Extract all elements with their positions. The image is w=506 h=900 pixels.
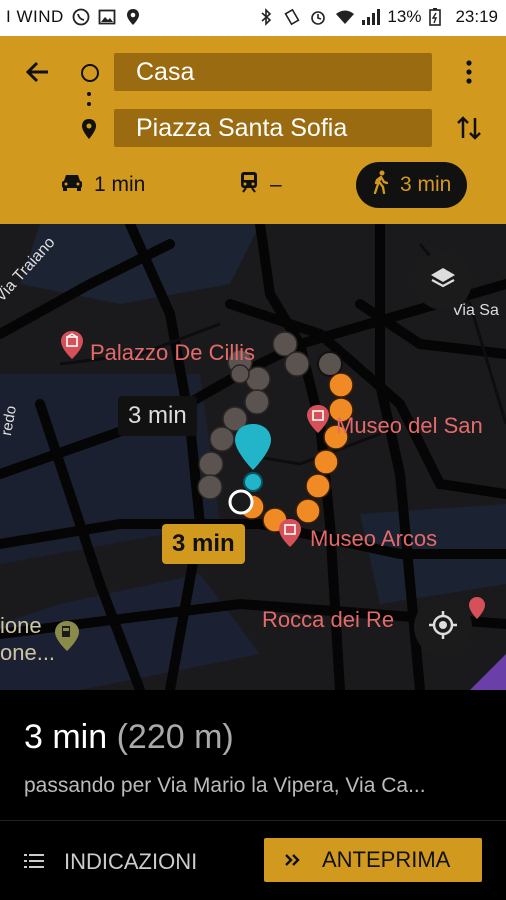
route-time-bubble[interactable]: 3 min <box>162 524 245 564</box>
partial-poi-label[interactable]: ione one... <box>0 612 55 666</box>
travel-modes: 1 min – 3 min <box>0 162 506 210</box>
clock: 23:19 <box>455 7 498 26</box>
train-icon <box>238 171 260 199</box>
directions-header: Casa Piazza Santa Sofia 1 min – 3 min <box>0 36 506 224</box>
route-distance: (220 m) <box>116 718 234 756</box>
map-view[interactable]: Palazzo De Cillis Museo del San Museo Ar… <box>0 224 506 690</box>
origin-field[interactable]: Casa <box>114 53 432 91</box>
drive-time: 1 min <box>94 173 146 196</box>
signal-icon <box>361 8 381 26</box>
battery-charging-icon <box>429 8 447 26</box>
bluetooth-icon <box>257 8 275 26</box>
poi-label[interactable]: Museo Arcos <box>310 526 437 552</box>
directions-button[interactable]: INDICAZIONI <box>24 840 197 884</box>
destination-pin-icon <box>80 118 98 140</box>
mode-drive[interactable]: 1 min <box>60 162 145 208</box>
route-dots-icon <box>87 92 91 106</box>
status-bar: I WIND 13% 23:19 <box>0 0 506 36</box>
list-icon <box>24 849 44 875</box>
mode-transit[interactable]: – <box>238 162 282 208</box>
mode-walk[interactable]: 3 min <box>356 162 468 208</box>
route-summary-line: 3 min (220 m) <box>24 718 234 757</box>
wifi-icon <box>335 8 355 26</box>
back-arrow-icon[interactable] <box>24 58 52 86</box>
preview-button[interactable]: ANTEPRIMA <box>264 838 482 882</box>
partial-poi-line: one... <box>0 640 56 665</box>
location-pin-icon <box>124 8 142 26</box>
gas-station-pin-icon[interactable] <box>54 620 80 652</box>
partial-poi-line: ione <box>0 613 42 638</box>
image-icon <box>98 8 116 26</box>
swap-icon[interactable] <box>456 114 482 142</box>
crosshair-icon <box>427 609 459 646</box>
preview-label: ANTEPRIMA <box>322 847 451 872</box>
more-options-icon[interactable] <box>462 58 476 86</box>
poi-pin-icon[interactable] <box>60 330 84 360</box>
fast-forward-icon <box>284 847 302 873</box>
carrier-label: I WIND <box>6 7 64 26</box>
route-summary-sheet: 3 min (220 m) passando per Via Mario la … <box>0 690 506 900</box>
poi-pin-icon[interactable] <box>468 596 486 620</box>
whatsapp-icon <box>72 8 90 26</box>
poi-pin-icon[interactable] <box>278 518 302 548</box>
poi-label[interactable]: Rocca dei Re <box>262 607 394 633</box>
layers-button[interactable] <box>414 252 472 310</box>
route-via: passando per Via Mario la Vipera, Via Ca… <box>24 774 426 797</box>
walking-icon <box>372 170 390 200</box>
battery-percent: 13% <box>387 7 422 26</box>
car-icon <box>60 172 84 198</box>
my-location-button[interactable] <box>414 598 472 656</box>
transit-time: – <box>270 173 282 196</box>
layers-icon <box>429 265 457 298</box>
walk-time: 3 min <box>400 173 452 196</box>
alt-route-time-bubble[interactable]: 3 min <box>118 396 197 436</box>
route-duration: 3 min <box>24 718 108 756</box>
directions-label: INDICAZIONI <box>64 849 198 874</box>
divider <box>0 820 506 821</box>
poi-label[interactable]: Palazzo De Cillis <box>90 340 255 366</box>
vibrate-icon <box>283 8 301 26</box>
poi-label[interactable]: Museo del San <box>336 413 483 439</box>
alarm-icon <box>309 8 327 26</box>
destination-field[interactable]: Piazza Santa Sofia <box>114 109 432 147</box>
origin-circle-icon <box>81 64 99 82</box>
poi-pin-icon[interactable] <box>306 404 330 434</box>
